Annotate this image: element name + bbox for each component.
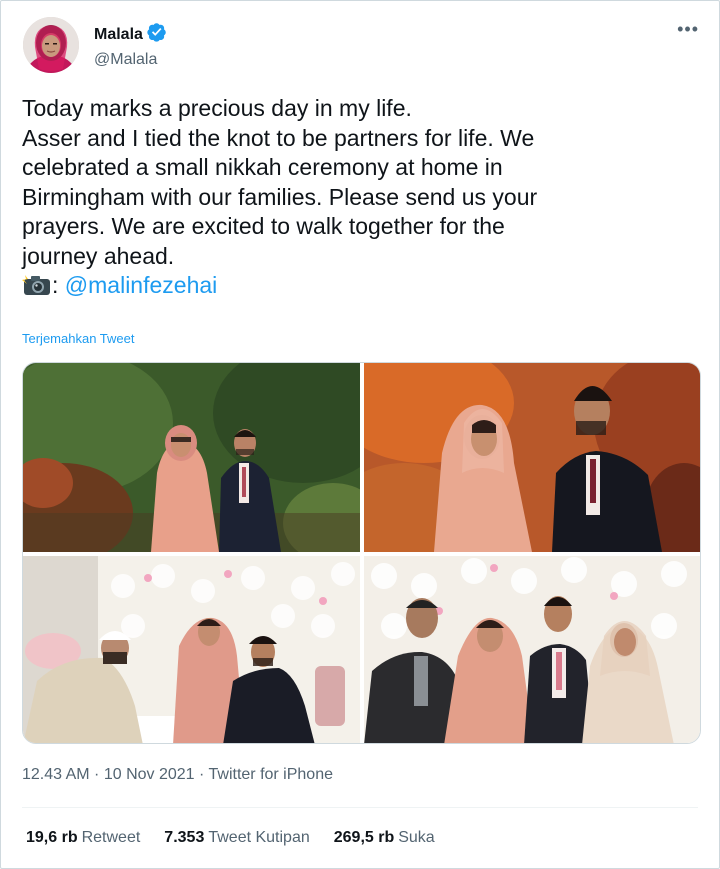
retweets-count: 19,6 rb <box>26 829 78 846</box>
media-grid <box>22 362 701 744</box>
tweet-line: Asser and I tied the knot to be partners… <box>22 124 535 151</box>
photo-credit-line: : @malinfezehai <box>22 271 702 301</box>
retweets-stat[interactable]: 19,6 rb Retweet <box>26 829 140 847</box>
display-name-text[interactable]: Malala <box>94 26 143 44</box>
camera-flash-icon <box>22 274 52 296</box>
engagement-stats: 19,6 rb Retweet 7.353 Tweet Kutipan 269,5 … <box>26 829 435 847</box>
tweet-header: Malala @Malala ••• <box>23 17 703 77</box>
tweet-card: Malala @Malala ••• Today marks a preciou… <box>0 0 720 869</box>
photo-autumn-couple[interactable] <box>364 363 700 552</box>
user-names: Malala @Malala <box>94 22 167 69</box>
tweet-source[interactable]: Twitter for iPhone <box>209 766 334 783</box>
photo-nikkah-signing[interactable] <box>23 556 360 743</box>
tweet-text: Today marks a precious day in my life. A… <box>22 94 702 301</box>
tweet-line: Today marks a precious day in my life. <box>22 95 412 121</box>
tweet-line: journey ahead. <box>22 242 175 269</box>
photographer-mention-link[interactable]: @malinfezehai <box>65 272 217 298</box>
tweet-timestamp: 12.43 AM · 10 Nov 2021 · Twitter for iPh… <box>22 766 333 784</box>
tweet-time[interactable]: 12.43 AM <box>22 766 90 783</box>
more-horizontal-icon[interactable]: ••• <box>677 20 699 38</box>
meta-separator: · <box>194 766 209 783</box>
likes-label: Suka <box>398 829 435 846</box>
tweet-line: celebrated a small nikkah ceremony at ho… <box>22 154 503 180</box>
photo-garden-couple[interactable] <box>23 363 360 552</box>
retweets-label: Retweet <box>81 829 141 846</box>
likes-count: 269,5 rb <box>333 829 395 846</box>
meta-separator: · <box>89 766 104 783</box>
avatar[interactable] <box>23 17 79 73</box>
display-name[interactable]: Malala <box>94 22 167 47</box>
divider <box>22 807 698 808</box>
tweet-line: Birmingham with our families. Please sen… <box>22 183 538 210</box>
user-handle[interactable]: @Malala <box>94 51 167 69</box>
quote-tweets-count: 7.353 <box>164 829 205 846</box>
tweet-line: prayers. We are excited to walk together… <box>22 213 505 239</box>
quote-tweets-label: Tweet Kutipan <box>208 829 310 846</box>
quote-tweets-stat[interactable]: 7.353 Tweet Kutipan <box>164 829 309 847</box>
translate-tweet-link[interactable]: Terjemahkan Tweet <box>22 331 135 346</box>
photo-family-group[interactable] <box>364 556 700 743</box>
tweet-date[interactable]: 10 Nov 2021 <box>104 766 195 783</box>
credit-separator: : <box>52 272 59 298</box>
likes-stat[interactable]: 269,5 rb Suka <box>334 829 435 847</box>
verified-badge-icon <box>147 22 167 47</box>
